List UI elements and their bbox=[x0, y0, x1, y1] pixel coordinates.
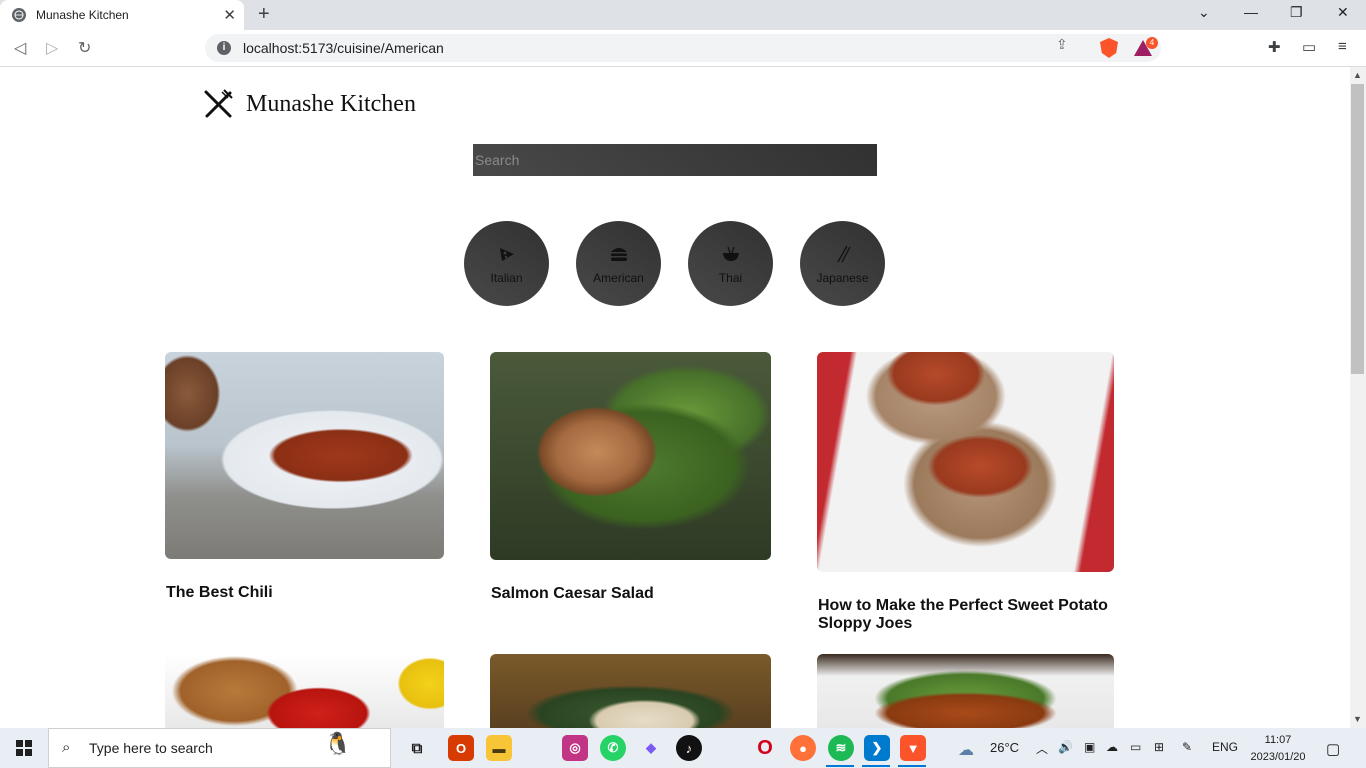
recipe-image[interactable] bbox=[490, 654, 771, 728]
window-close-icon[interactable]: ✕ bbox=[1337, 4, 1349, 21]
category-japanese[interactable]: Japanese bbox=[800, 221, 885, 306]
new-tab-button[interactable]: + bbox=[258, 3, 270, 26]
tab-title: Munashe Kitchen bbox=[36, 8, 129, 22]
recipe-title[interactable]: How to Make the Perfect Sweet Potato Slo… bbox=[818, 597, 1115, 633]
reload-icon[interactable]: ↻ bbox=[78, 38, 91, 58]
category-thai[interactable]: Thai bbox=[688, 221, 773, 306]
close-tab-icon[interactable]: ✕ bbox=[223, 6, 236, 24]
back-icon[interactable]: ◁ bbox=[14, 38, 26, 58]
brand-name: Munashe Kitchen bbox=[246, 90, 416, 117]
taskbar-clock[interactable]: 11:07 2023/01/20 bbox=[1248, 732, 1308, 766]
category-label: Thai bbox=[718, 270, 743, 285]
category-italian[interactable]: Italian bbox=[464, 221, 549, 306]
menu-icon[interactable]: ≡ bbox=[1338, 38, 1347, 55]
recipe-image[interactable] bbox=[490, 352, 771, 560]
network-icon[interactable]: ⊞ bbox=[1154, 740, 1164, 754]
firefox-icon[interactable]: ● bbox=[790, 735, 816, 761]
noodle-bowl-icon bbox=[720, 243, 742, 265]
wallet-icon[interactable]: ▭ bbox=[1302, 38, 1316, 56]
category-label: American bbox=[593, 270, 644, 285]
vscode-icon[interactable]: ❯ bbox=[864, 735, 890, 761]
burger-icon bbox=[608, 243, 630, 265]
url-field[interactable]: i localhost:5173/cuisine/American bbox=[205, 34, 1161, 62]
brave-browser-icon[interactable]: ▼ bbox=[900, 735, 926, 761]
volume-icon[interactable]: 🔊 bbox=[1058, 740, 1073, 754]
share-icon[interactable]: ⇪ bbox=[1056, 36, 1068, 53]
app-icon[interactable]: ◆ bbox=[638, 735, 664, 761]
tiktok-icon[interactable]: ♪ bbox=[676, 735, 702, 761]
recipe-title[interactable]: Salmon Caesar Salad bbox=[491, 585, 772, 603]
clock-time: 11:07 bbox=[1264, 734, 1292, 746]
site-info-icon[interactable]: i bbox=[217, 41, 231, 55]
windows-start-icon[interactable] bbox=[16, 740, 32, 756]
office-icon[interactable]: O bbox=[448, 735, 474, 761]
recipe-image[interactable] bbox=[817, 352, 1114, 572]
globe-icon bbox=[12, 8, 26, 22]
battery-icon[interactable]: ▭ bbox=[1130, 740, 1141, 754]
opera-icon[interactable]: O bbox=[752, 735, 778, 761]
extensions-icon[interactable]: ✚ bbox=[1268, 38, 1281, 56]
scrollbar-thumb[interactable] bbox=[1351, 84, 1364, 374]
task-view-icon[interactable]: ⧉ bbox=[404, 735, 430, 761]
recipe-title[interactable]: The Best Chili bbox=[166, 584, 445, 602]
pizza-icon bbox=[496, 243, 518, 265]
recipe-image[interactable] bbox=[817, 654, 1114, 728]
site-logo[interactable]: Munashe Kitchen bbox=[202, 88, 416, 120]
taskbar-search-placeholder: Type here to search bbox=[89, 740, 213, 756]
recipe-image[interactable] bbox=[165, 654, 444, 728]
scroll-down-icon[interactable]: ▼ bbox=[1353, 714, 1362, 724]
url-text: localhost:5173/cuisine/American bbox=[243, 40, 444, 56]
pen-icon[interactable]: ✎ bbox=[1182, 740, 1192, 754]
brave-active-indicator bbox=[898, 765, 926, 767]
whatsapp-icon[interactable]: ✆ bbox=[600, 735, 626, 761]
minimize-icon[interactable]: — bbox=[1244, 4, 1258, 20]
rewards-badge: 4 bbox=[1146, 37, 1158, 49]
restore-icon[interactable]: ❐ bbox=[1290, 4, 1303, 21]
notification-icon[interactable]: ▢ bbox=[1326, 740, 1340, 758]
address-bar-row: ◁ ▷ ↻ i localhost:5173/cuisine/American bbox=[0, 30, 1366, 67]
spotify-icon[interactable]: ≋ bbox=[828, 735, 854, 761]
penguin-icon: 🐧 bbox=[324, 731, 352, 756]
forward-icon[interactable]: ▷ bbox=[46, 38, 58, 58]
chopsticks-icon bbox=[832, 243, 854, 265]
file-explorer-icon[interactable]: ▬ bbox=[486, 735, 512, 761]
vscode-active-indicator bbox=[862, 765, 890, 767]
tab-search-icon[interactable]: ⌄ bbox=[1198, 4, 1210, 21]
clock-date: 2023/01/20 bbox=[1250, 751, 1306, 763]
search-input[interactable] bbox=[473, 144, 877, 176]
search-icon: ⌕ bbox=[62, 739, 71, 756]
category-label: Italian bbox=[490, 270, 523, 285]
browser-tab[interactable]: Munashe Kitchen ✕ bbox=[0, 0, 244, 30]
scroll-up-icon[interactable]: ▲ bbox=[1353, 70, 1362, 80]
browser-tab-bar: Munashe Kitchen ✕ + ⌄ — ❐ ✕ bbox=[0, 0, 1366, 30]
spotify-active-indicator bbox=[826, 765, 854, 767]
weather-icon[interactable]: ☁ bbox=[958, 740, 974, 760]
category-label: Japanese bbox=[816, 270, 869, 285]
instagram-icon[interactable]: ◎ bbox=[562, 735, 588, 761]
recipe-image[interactable] bbox=[165, 352, 444, 559]
cloud-sync-icon[interactable]: ☁ bbox=[1106, 740, 1118, 754]
fork-knife-icon bbox=[204, 89, 233, 118]
tray-expand-icon[interactable]: ︿ bbox=[1036, 740, 1048, 757]
device-icon[interactable]: ▣ bbox=[1084, 740, 1095, 754]
language-indicator[interactable]: ENG bbox=[1212, 740, 1238, 754]
temperature[interactable]: 26°C bbox=[990, 740, 1019, 755]
category-american[interactable]: American bbox=[576, 221, 661, 306]
